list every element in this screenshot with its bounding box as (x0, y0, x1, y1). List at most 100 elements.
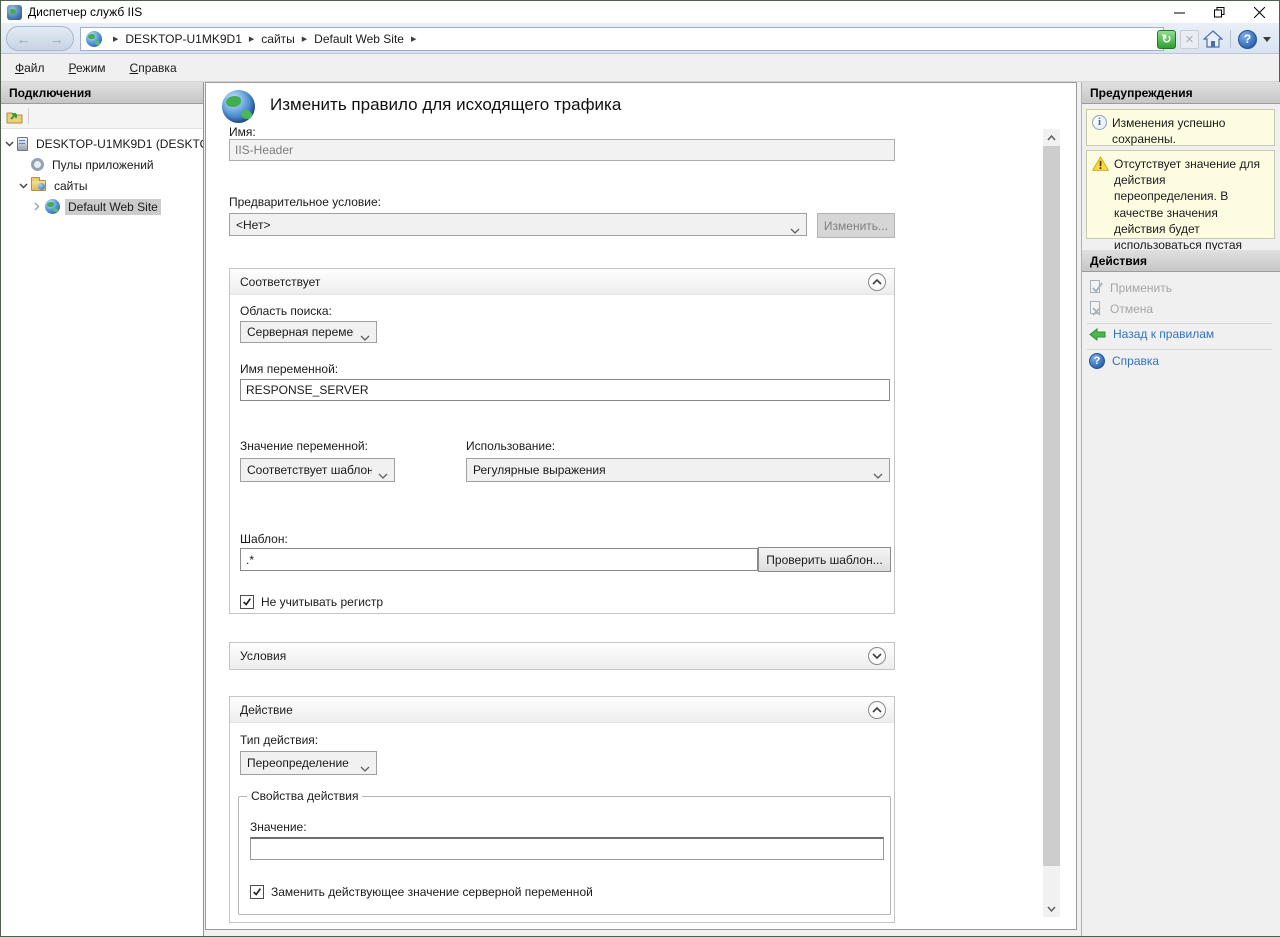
action-type-label: Тип действия: (240, 733, 318, 747)
variable-value-select[interactable]: Соответствует шаблону (240, 458, 395, 482)
back-to-rules-action[interactable]: Назад к правилам (1089, 327, 1214, 341)
collapse-section-icon[interactable] (868, 273, 886, 291)
ignore-case-checkbox-row[interactable]: Не учитывать регистр (240, 595, 383, 609)
save-connection-icon[interactable] (6, 110, 22, 122)
breadcrumb-default-web-site[interactable]: Default Web Site (314, 32, 404, 46)
chevron-down-icon (360, 761, 370, 775)
action-section: Действие Тип действия: Переопределение С… (229, 696, 895, 923)
toolbar-divider (28, 108, 29, 124)
expand-chevron-icon[interactable] (29, 202, 45, 211)
close-button[interactable] (1239, 1, 1279, 23)
tree-item-sites[interactable]: сайты (1, 175, 203, 196)
chevron-down-icon (360, 330, 370, 343)
edit-precondition-button: Изменить... (817, 213, 895, 238)
help-icon: ? (1089, 353, 1105, 369)
action-section-title: Действие (240, 703, 293, 717)
alert-info: i Изменения успешно сохранены. (1086, 109, 1275, 146)
actions-divider (1087, 323, 1272, 324)
connections-header: Подключения (1, 82, 203, 104)
name-label: Имя: (229, 125, 256, 139)
checkbox-checked-icon[interactable] (240, 595, 254, 609)
tree-item-label: сайты (51, 178, 91, 194)
window-title: Диспетчер служб IIS (28, 5, 142, 19)
precondition-select[interactable]: <Нет> (229, 213, 807, 236)
title-bar: Диспетчер служб IIS (1, 1, 1279, 23)
name-input (229, 139, 895, 161)
back-to-rules-label[interactable]: Назад к правилам (1113, 327, 1214, 341)
alert-warning: Отсутствует значение для действия переоп… (1086, 150, 1275, 239)
help-action[interactable]: ? Справка (1089, 353, 1159, 369)
menu-view[interactable]: Режим (59, 57, 116, 79)
restart-icon[interactable]: ↻ (1157, 30, 1176, 49)
forward-icon[interactable]: → (50, 31, 64, 47)
cancel-label: Отмена (1110, 302, 1153, 316)
expand-section-icon[interactable] (868, 647, 886, 665)
warning-icon (1092, 156, 1109, 171)
page-globe-icon (222, 90, 255, 123)
menu-help[interactable]: Справка (120, 57, 187, 79)
tree-item-app-pools[interactable]: Пулы приложений (1, 154, 203, 175)
breadcrumb[interactable]: ▶ DESKTOP-U1MK9D1 ▶ сайты ▶ Default Web … (80, 27, 1164, 51)
using-select[interactable]: Регулярные выражения (466, 458, 890, 482)
server-icon (17, 137, 28, 151)
replace-value-checkbox-row[interactable]: Заменить действующее значение серверной … (250, 885, 593, 899)
chevron-down-icon (378, 468, 388, 482)
iis-manager-window: Диспетчер служб IIS ← → ▶ DESKTOP-U1MK9D… (0, 0, 1280, 937)
collapse-chevron-icon[interactable] (15, 183, 31, 189)
scrollbar-thumb[interactable] (1043, 146, 1060, 866)
toolbar-divider (1230, 30, 1231, 48)
help-label[interactable]: Справка (1112, 354, 1159, 368)
help-dropdown-caret-icon[interactable] (1263, 37, 1271, 42)
checkbox-checked-icon[interactable] (250, 885, 264, 899)
collapse-section-icon[interactable] (868, 701, 886, 719)
apply-icon (1089, 280, 1103, 295)
value-label: Значение: (250, 820, 307, 834)
alert-warning-text: Отсутствует значение для действия переоп… (1114, 156, 1270, 233)
precondition-label: Предварительное условие: (229, 195, 381, 209)
conditions-section: Условия (229, 642, 895, 670)
cancel-icon (1089, 301, 1103, 316)
restore-button[interactable] (1199, 1, 1239, 23)
breadcrumb-server[interactable]: DESKTOP-U1MK9D1 (125, 32, 241, 46)
using-value: Регулярные выражения (473, 463, 606, 477)
application-pools-icon (31, 158, 44, 171)
chevron-right-icon: ▶ (302, 35, 307, 43)
test-pattern-button[interactable]: Проверить шаблон... (758, 547, 891, 572)
menu-file[interactable]: Файл (5, 57, 55, 79)
info-icon: i (1092, 115, 1107, 130)
conditions-section-title: Условия (240, 649, 286, 663)
scope-select[interactable]: Серверная переменн (240, 321, 377, 343)
site-globe-icon (86, 31, 102, 47)
ignore-case-label: Не учитывать регистр (261, 595, 383, 609)
variable-value-label: Значение переменной: (240, 439, 368, 453)
apply-label: Применить (1110, 281, 1172, 295)
vertical-scrollbar[interactable] (1043, 129, 1060, 917)
tree-item-server[interactable]: DESKTOP-U1MK9D1 (DESKTOP-U1MK9D1) (1, 133, 203, 154)
actions-header: Действия (1082, 250, 1280, 272)
website-globe-icon (45, 199, 60, 214)
tree-item-default-web-site[interactable]: Default Web Site (1, 196, 203, 217)
tree-item-label: Пулы приложений (49, 157, 157, 173)
tree-item-label: Default Web Site (65, 199, 161, 215)
match-section-title: Соответствует (240, 275, 320, 289)
variable-name-input[interactable] (240, 379, 890, 401)
apply-action: Применить (1089, 280, 1172, 295)
help-icon[interactable]: ? (1238, 30, 1257, 49)
home-icon[interactable] (1203, 30, 1223, 48)
pattern-label: Шаблон: (240, 532, 288, 546)
precondition-value: <Нет> (236, 218, 270, 232)
action-type-select[interactable]: Переопределение (240, 751, 377, 775)
chevron-down-icon (873, 468, 883, 482)
chevron-right-icon: ▶ (249, 35, 254, 43)
connections-toolbar (1, 104, 203, 129)
replace-value-label: Заменить действующее значение серверной … (271, 885, 593, 899)
value-input[interactable] (250, 837, 884, 860)
pattern-input[interactable] (240, 548, 758, 571)
scroll-down-icon[interactable] (1043, 900, 1060, 917)
back-icon[interactable]: ← (17, 31, 31, 47)
minimize-button[interactable] (1159, 1, 1199, 23)
address-bar: ← → ▶ DESKTOP-U1MK9D1 ▶ сайты ▶ Default … (1, 23, 1279, 54)
collapse-chevron-icon[interactable] (1, 141, 17, 147)
scroll-up-icon[interactable] (1043, 129, 1060, 146)
breadcrumb-sites[interactable]: сайты (261, 32, 295, 46)
